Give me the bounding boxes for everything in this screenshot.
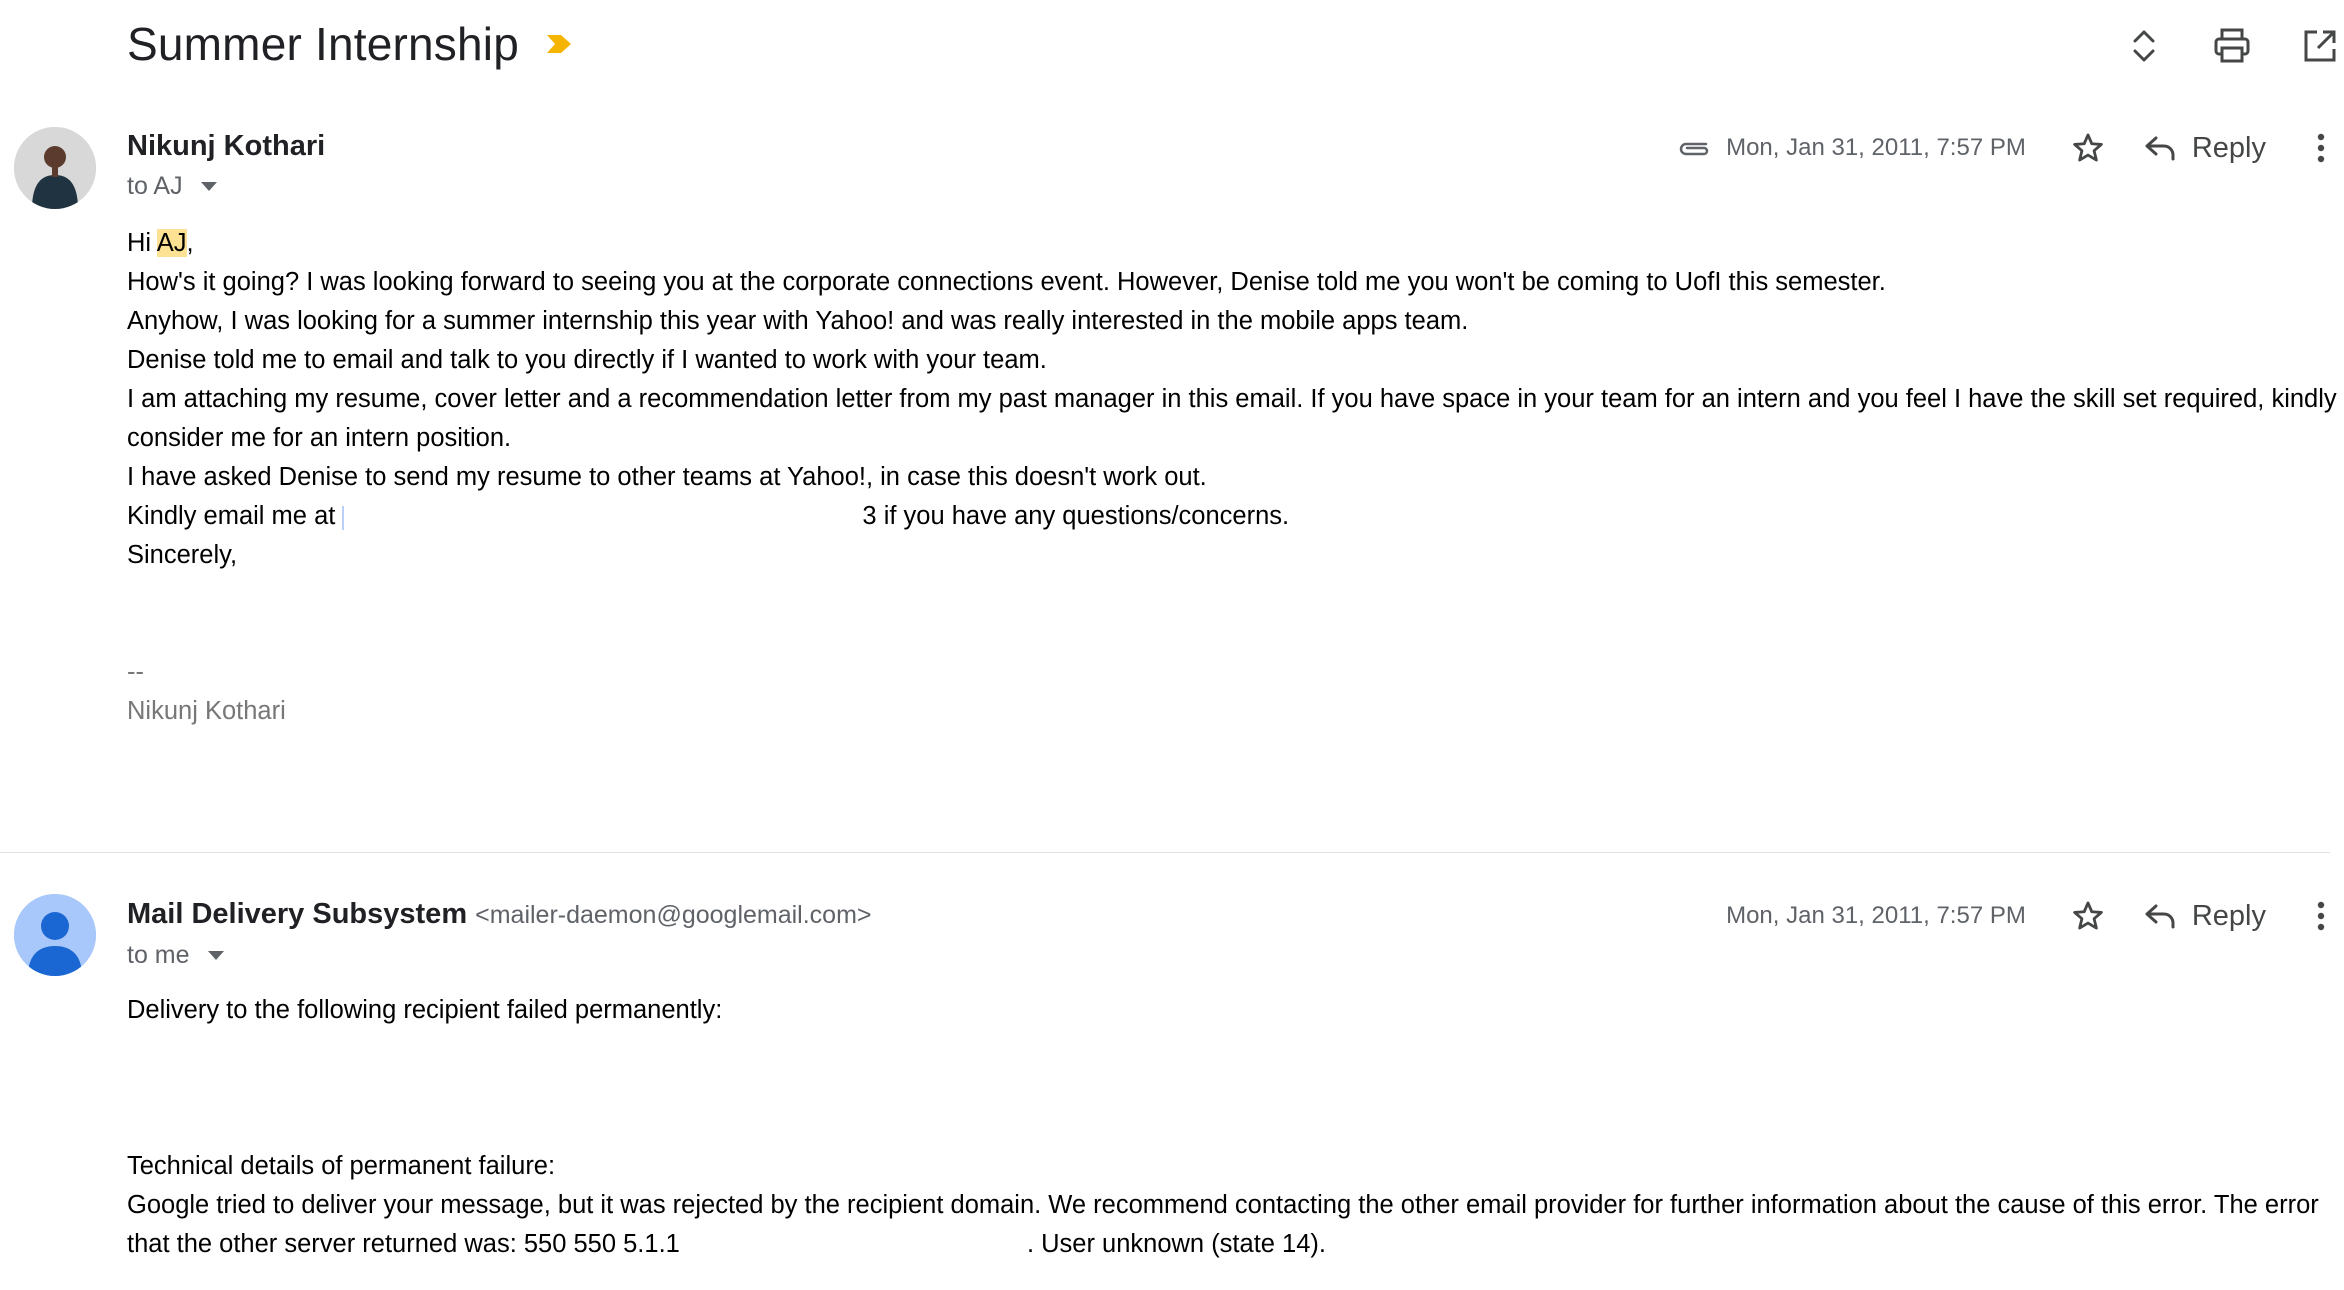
open-new-window-icon[interactable] [2296, 22, 2344, 70]
star-icon[interactable] [2066, 894, 2110, 938]
greeting-prefix: Hi [127, 229, 157, 257]
reply-icon [2145, 904, 2175, 929]
sender-avatar[interactable] [14, 894, 96, 976]
attachment-icon [1679, 142, 1709, 156]
importance-marker-icon[interactable] [545, 32, 573, 56]
body-line: Denise told me to email and talk to you … [127, 346, 1047, 374]
greeting-suffix: , [186, 229, 194, 257]
sender-line: Nikunj Kothari [127, 130, 325, 163]
message-body: Delivery to the following recipient fail… [127, 991, 2340, 1264]
body-line: Anyhow, I was looking for a summer inter… [127, 307, 1469, 335]
message-body: Hi AJ, How's it going? I was looking for… [127, 224, 2340, 731]
contact-line: Kindly email me at 3 if you have any que… [127, 497, 2340, 536]
error-suffix: . User unknown (state 14). [1026, 1230, 1326, 1258]
body-line: I am attaching my resume, cover letter a… [127, 385, 2337, 452]
star-icon[interactable] [2066, 126, 2110, 170]
message-meta: Mon, Jan 31, 2011, 7:57 PM Reply [1676, 126, 2336, 170]
message-meta: Mon, Jan 31, 2011, 7:57 PM Reply [1726, 894, 2336, 938]
recipients-label: to me [127, 941, 190, 969]
reply-icon [2145, 136, 2175, 161]
contact-prefix: Kindly email me at [127, 502, 343, 530]
reply-label: Reply [2191, 899, 2266, 932]
recipient-toggle[interactable]: to me [127, 941, 224, 970]
redacted-address [687, 1232, 1027, 1258]
more-options-icon[interactable] [2306, 894, 2336, 938]
contact-tail: 3 [862, 502, 877, 530]
email-thread-view: Summer Internship Nikunj Kothari to AJ M… [0, 0, 2344, 1290]
body-line: How's it going? I was looking forward to… [127, 268, 1886, 296]
recipient-toggle[interactable]: to AJ [127, 172, 217, 201]
reply-button[interactable]: Reply [2144, 900, 2266, 933]
subject-row: Summer Internship [127, 14, 573, 74]
closing-line: Sincerely, [127, 541, 238, 569]
message-date: Mon, Jan 31, 2011, 7:57 PM [1726, 134, 2026, 161]
body-line: Technical details of permanent failure: [127, 1152, 556, 1180]
greeting-line: Hi AJ, [127, 224, 2340, 263]
reply-button[interactable]: Reply [2144, 132, 2266, 165]
message-date: Mon, Jan 31, 2011, 7:57 PM [1726, 902, 2026, 929]
redacted-contact [342, 504, 862, 531]
thread-actions [2120, 22, 2344, 70]
sender-name: Nikunj Kothari [127, 130, 326, 162]
chevron-down-icon [207, 951, 224, 960]
thread-subject: Summer Internship [127, 18, 519, 70]
more-options-icon[interactable] [2306, 126, 2336, 170]
message-divider [0, 852, 2330, 853]
expand-collapse-icon[interactable] [2120, 22, 2168, 70]
error-details: Google tried to deliver your message, bu… [127, 1186, 2340, 1264]
sender-avatar[interactable] [14, 127, 96, 209]
print-icon[interactable] [2208, 22, 2256, 70]
highlighted-name: AJ [156, 229, 187, 257]
contact-suffix: if you have any questions/concerns. [876, 502, 1290, 530]
sender-email: <mailer-daemon@googlemail.com> [475, 901, 872, 929]
sender-line: Mail Delivery Subsystem <mailer-daemon@g… [127, 898, 872, 931]
chevron-down-icon [200, 182, 217, 191]
signature-dash: -- [127, 658, 144, 686]
signature-name: Nikunj Kothari [127, 697, 286, 725]
body-line: Delivery to the following recipient fail… [127, 996, 723, 1024]
recipients-label: to AJ [127, 172, 183, 200]
reply-label: Reply [2191, 131, 2266, 164]
sender-name: Mail Delivery Subsystem [127, 898, 468, 930]
body-line: I have asked Denise to send my resume to… [127, 463, 1207, 491]
